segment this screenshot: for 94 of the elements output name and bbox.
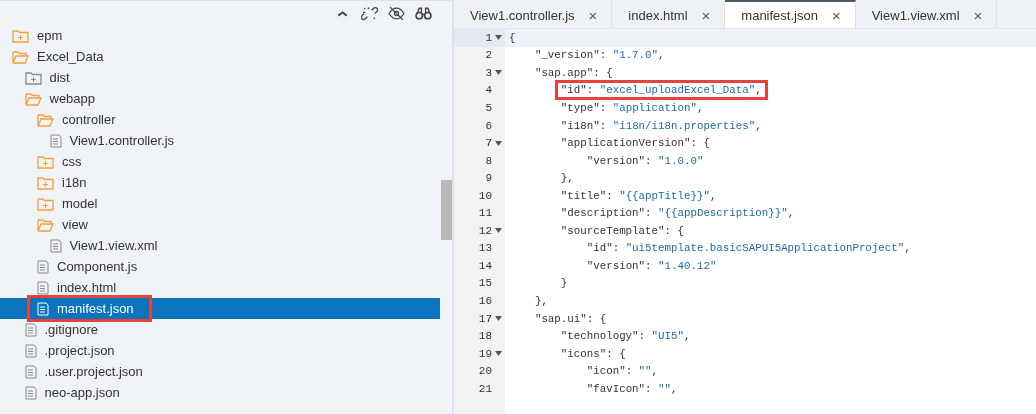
editor-tab[interactable]: View1.view.xml × <box>855 0 998 28</box>
line-number: 16 <box>478 294 492 307</box>
line-number: 3 <box>485 66 492 79</box>
file-icon <box>37 280 49 295</box>
tree-item[interactable]: view <box>0 214 440 235</box>
open-folder-icon <box>24 91 42 106</box>
line-number: 10 <box>478 189 492 202</box>
code-line: "sap.ui": { <box>534 312 607 325</box>
line-number: 5 <box>485 101 492 114</box>
fold-arrow-icon[interactable] <box>495 70 502 76</box>
close-icon[interactable]: × <box>831 6 841 24</box>
file-icon <box>24 343 37 358</box>
line-number: 11 <box>478 207 492 220</box>
fold-arrow-icon[interactable] <box>495 316 502 321</box>
annotation-frame: manifest.json <box>31 299 148 318</box>
scrollbar-thumb[interactable] <box>441 180 452 240</box>
code-line: }, <box>534 294 548 307</box>
code-line: "applicationVersion": { <box>560 137 710 150</box>
fold-arrow-icon[interactable] <box>495 228 502 234</box>
tree-item[interactable]: controller <box>0 109 440 130</box>
eye-slash-icon[interactable] <box>388 4 405 22</box>
editor-tab[interactable]: View1.controller.js × <box>454 0 613 28</box>
code-line: "sourceTemplate": { <box>560 224 684 237</box>
fold-arrow-icon[interactable] <box>495 140 502 146</box>
code-line: } <box>560 277 568 290</box>
line-number: 18 <box>478 330 492 343</box>
code-line: "icon": "", <box>586 365 659 378</box>
tree-item[interactable]: neo-app.json <box>0 382 440 403</box>
fold-arrow-icon[interactable] <box>495 35 502 41</box>
file-icon <box>24 385 37 400</box>
code-line: "technology": "UI5", <box>560 330 691 343</box>
line-number: 7 <box>485 137 492 150</box>
tree-item[interactable]: model <box>0 193 440 214</box>
tree-item[interactable]: Component.js <box>0 256 440 277</box>
tree-item[interactable]: css <box>0 151 440 172</box>
line-number: 17 <box>478 312 492 325</box>
code-line: "description": "{{appDescription}}", <box>560 207 795 220</box>
tree-item[interactable]: .project.json <box>0 340 440 361</box>
folder-icon <box>12 28 29 43</box>
folder-icon <box>37 196 54 211</box>
tree-item[interactable]: dist <box>0 67 440 88</box>
code-line: "version": "1.40.12" <box>586 259 717 272</box>
file-icon <box>49 238 62 253</box>
close-icon[interactable]: × <box>701 6 711 24</box>
tree-item[interactable]: webapp <box>0 88 440 109</box>
tree-item[interactable]: epm <box>0 25 440 46</box>
tree-item[interactable]: View1.view.xml <box>0 235 440 256</box>
close-icon[interactable]: × <box>588 6 598 24</box>
binoculars-icon[interactable] <box>415 4 432 22</box>
file-icon <box>37 301 49 316</box>
tree-item[interactable]: i18n <box>0 172 440 193</box>
file-icon <box>24 322 37 337</box>
editor-tab[interactable]: manifest.json × <box>725 0 856 28</box>
open-folder-icon <box>12 49 29 64</box>
file-icon <box>49 133 62 148</box>
line-number: 1 <box>485 31 492 44</box>
line-number: 14 <box>478 259 492 272</box>
line-number: 4 <box>485 84 492 97</box>
line-number: 21 <box>478 382 492 395</box>
code-line: "i18n": "i18n/i18n.properties", <box>560 119 762 132</box>
close-icon[interactable]: × <box>973 6 983 24</box>
folder-icon <box>24 70 42 85</box>
line-number: 6 <box>485 119 492 132</box>
code-line: "type": "application", <box>560 101 704 114</box>
file-icon <box>24 364 37 379</box>
code-line: "sap.app": { <box>534 66 613 79</box>
fold-arrow-icon[interactable] <box>495 351 502 357</box>
line-number: 20 <box>478 365 492 378</box>
tree-item[interactable]: Excel_Data <box>0 46 440 67</box>
line-number: 12 <box>478 224 492 237</box>
line-number: 19 <box>478 347 492 360</box>
code-line: "favIcon": "", <box>586 382 678 395</box>
line-number: 15 <box>478 277 492 290</box>
line-number: 2 <box>485 49 492 62</box>
open-folder-icon <box>37 112 54 127</box>
open-folder-icon <box>37 217 54 232</box>
line-number: 8 <box>485 154 492 167</box>
code-line: }, <box>560 172 574 185</box>
code-line: "_version": "1.7.0", <box>534 49 665 62</box>
tree-item[interactable]: .gitignore <box>0 319 440 340</box>
code-line: "version": "1.0.0" <box>586 154 704 167</box>
code-line: "id": "ui5template.basicSAPUI5ApplicationProject", <box>586 242 911 255</box>
tree-item[interactable]: View1.controller.js <box>0 130 440 151</box>
tree-item[interactable]: manifest.json <box>0 298 440 319</box>
tree-item[interactable]: .user.project.json <box>0 361 440 382</box>
code-line: "title": "{{appTitle}}", <box>560 189 717 202</box>
folder-icon <box>37 175 54 190</box>
file-icon <box>37 259 49 274</box>
folder-icon <box>37 154 54 169</box>
line-number: 9 <box>485 172 492 185</box>
line-number: 13 <box>478 242 492 255</box>
tree-item[interactable]: index.html <box>0 277 440 298</box>
code-line: "icons": { <box>560 347 626 360</box>
code-line: { <box>509 31 516 44</box>
